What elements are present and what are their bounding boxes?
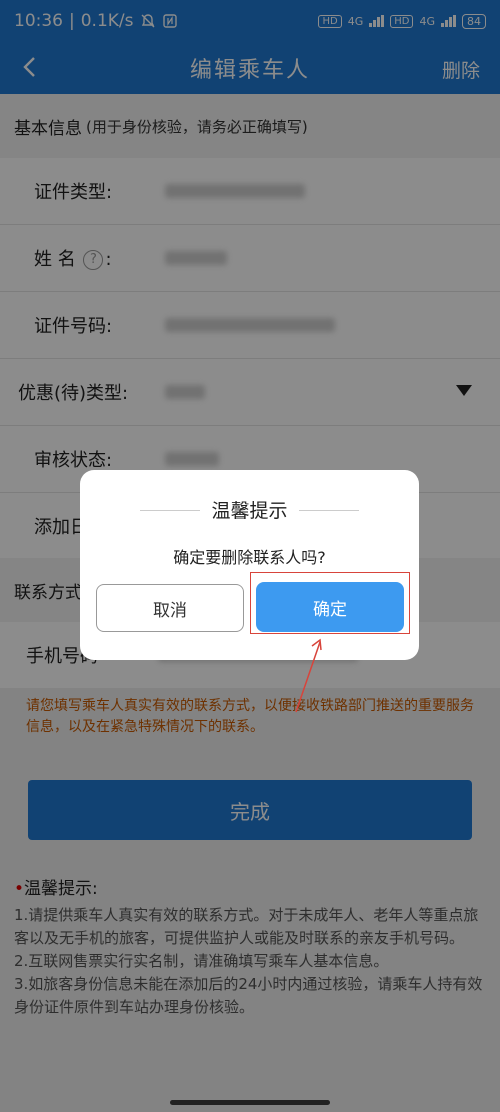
home-indicator[interactable]	[170, 1100, 330, 1105]
dialog-message: 确定要删除联系人吗?	[173, 548, 326, 567]
annotation-arrow-icon	[295, 638, 322, 713]
highlight-annotation	[250, 572, 410, 634]
cancel-button[interactable]: 取消	[96, 584, 244, 632]
dialog-title: 温馨提示	[211, 500, 288, 522]
